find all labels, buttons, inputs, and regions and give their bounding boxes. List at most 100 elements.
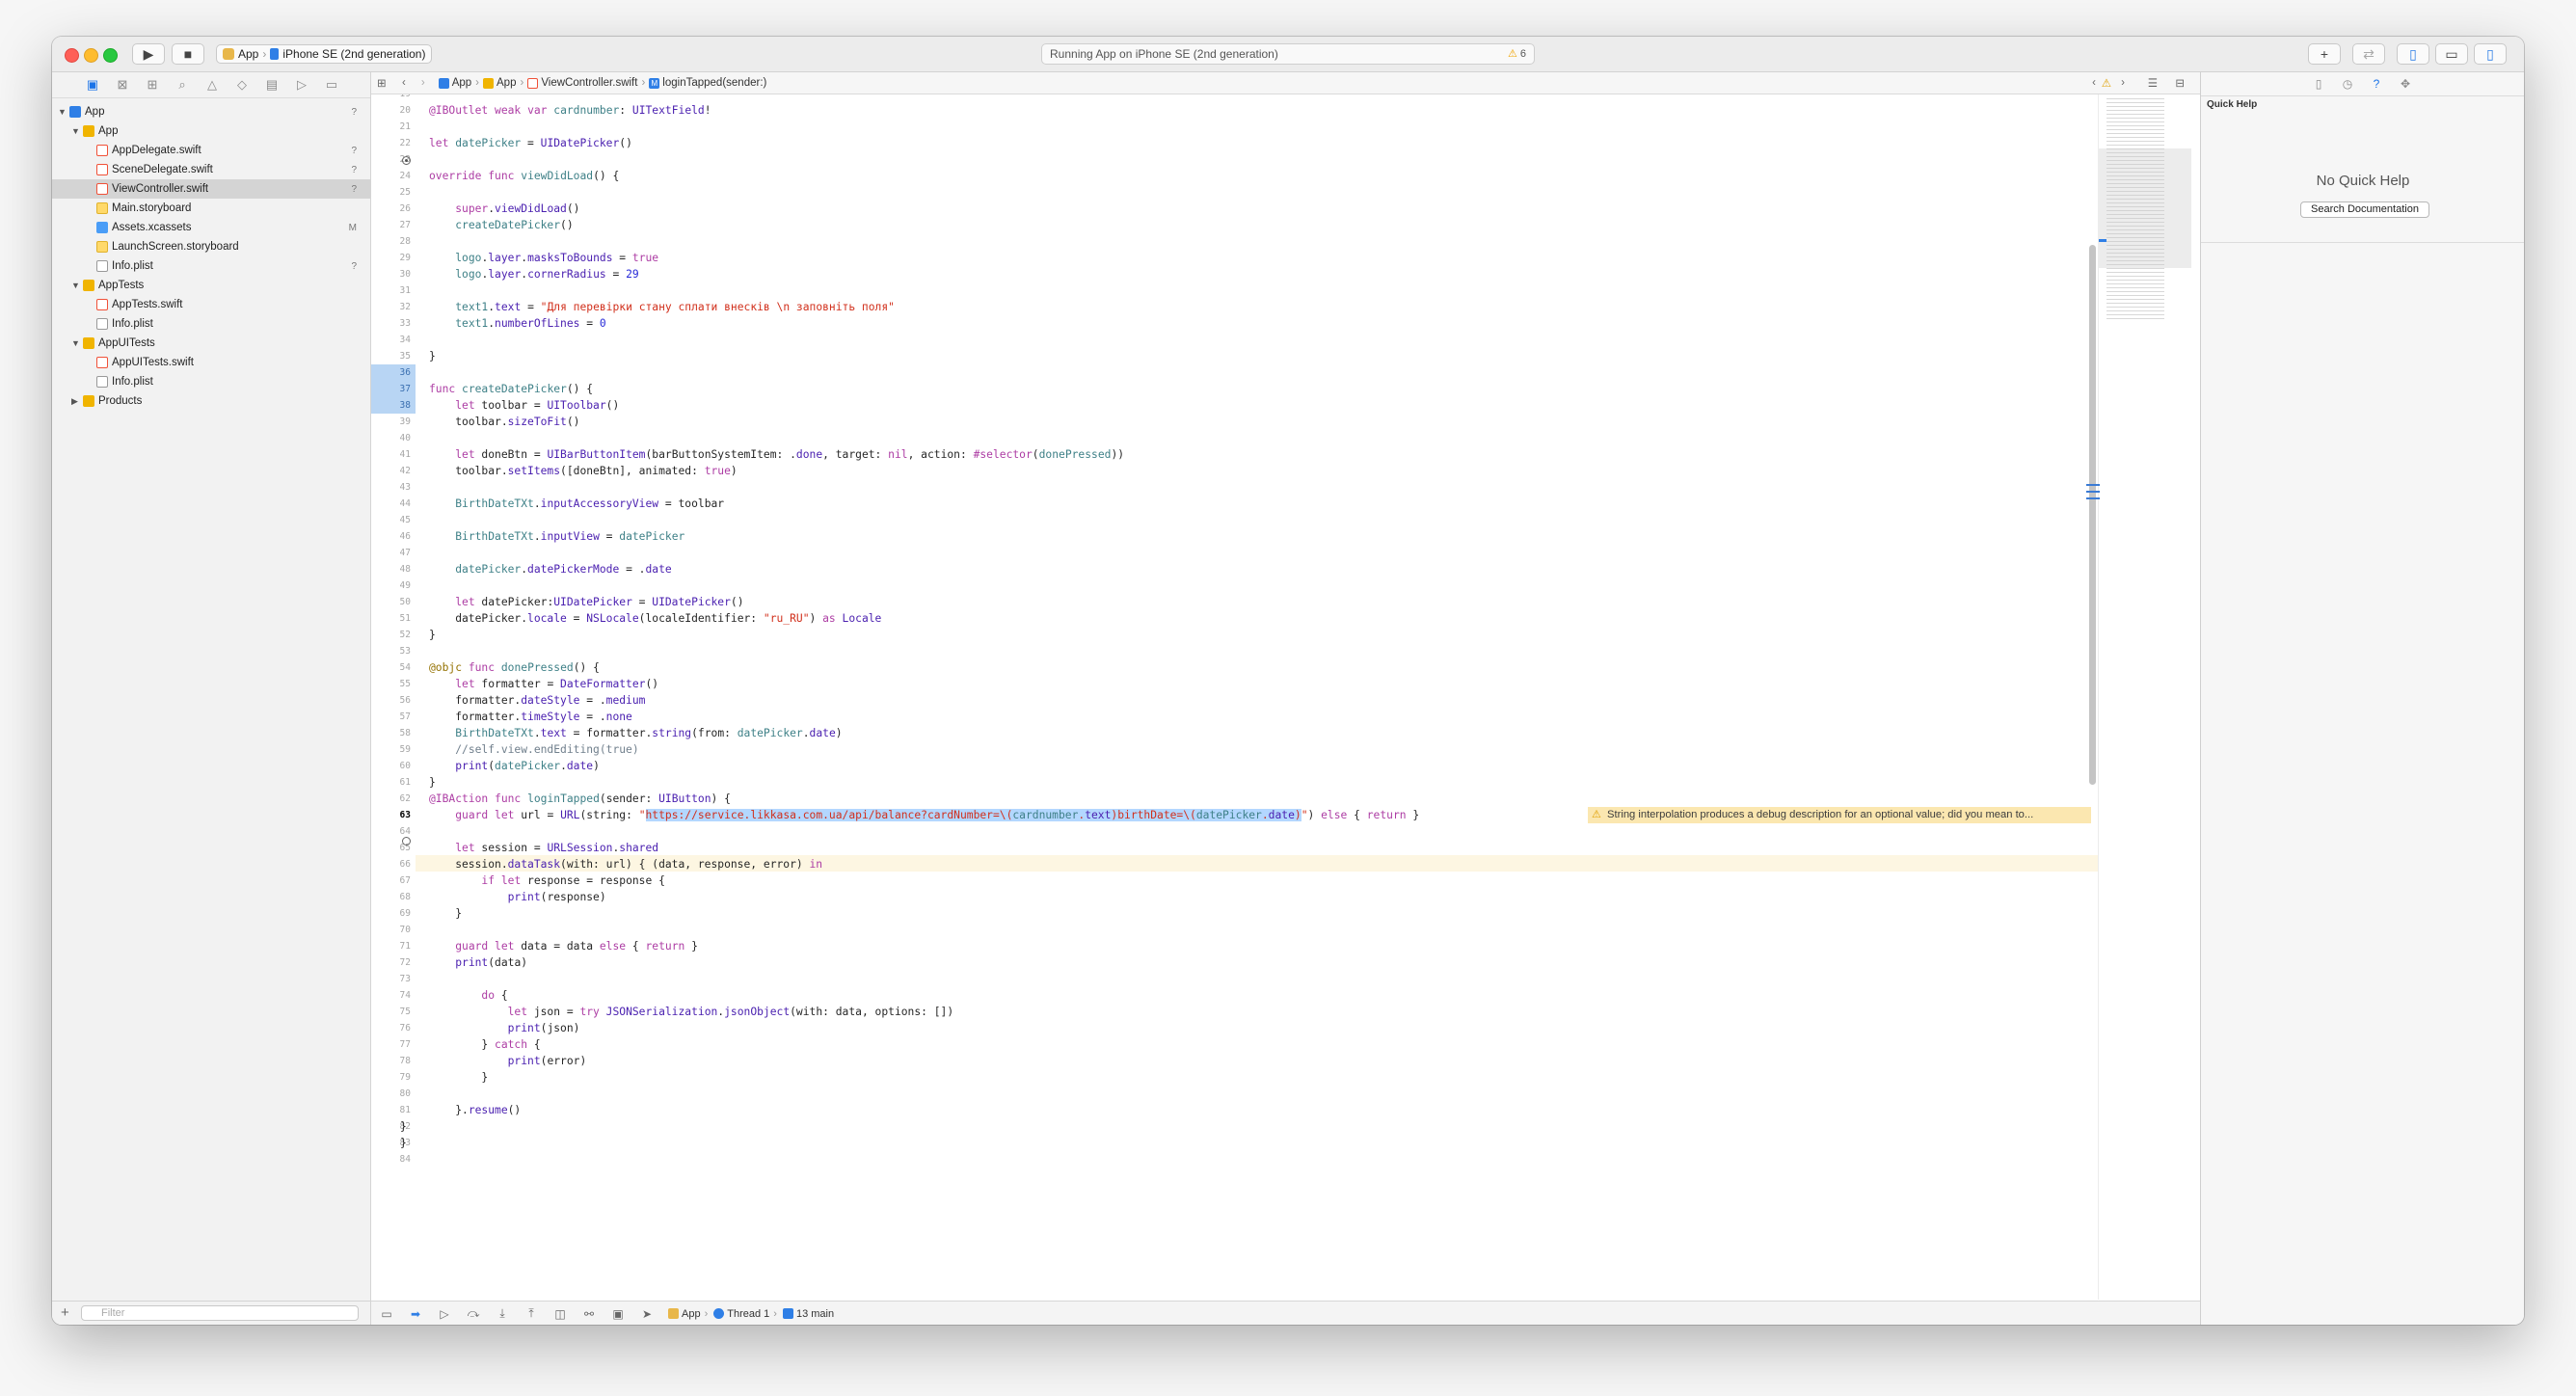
source-control-icon[interactable]: ⊠ (115, 77, 130, 93)
line-number[interactable]: 84 (371, 1151, 416, 1168)
line-number[interactable]: 32 (371, 299, 416, 315)
list-item[interactable]: AppTests.swift (52, 295, 370, 314)
line-number[interactable]: 76 (371, 1020, 416, 1036)
line-number[interactable]: 38 (371, 397, 416, 414)
line-number[interactable]: 39 (371, 414, 416, 430)
list-item[interactable]: AppUITests.swift (52, 353, 370, 372)
search-documentation-button[interactable]: Search Documentation (2300, 201, 2429, 218)
line-number[interactable]: 61 (371, 774, 416, 791)
close-window-button[interactable] (65, 48, 79, 63)
scheme-selector[interactable]: App › iPhone SE (2nd generation) (216, 44, 433, 64)
line-number[interactable]: 48 (371, 561, 416, 577)
hide-debug-area-icon[interactable]: ▭ (379, 1307, 394, 1321)
step-over-icon[interactable]: ⤼ (466, 1306, 481, 1321)
line-number[interactable]: 79 (371, 1069, 416, 1086)
line-number[interactable]: 75 (371, 1004, 416, 1020)
line-number[interactable]: 55 (371, 676, 416, 692)
line-number[interactable]: 54 (371, 659, 416, 676)
test-icon[interactable]: ◇ (234, 77, 250, 93)
stop-button[interactable]: ■ (172, 43, 204, 65)
line-number[interactable]: 82 (371, 1118, 416, 1135)
breakpoint-icon[interactable]: ▷ (294, 77, 309, 93)
previous-issue-icon[interactable]: ‹ (2092, 77, 2096, 89)
line-number[interactable]: 71 (371, 938, 416, 954)
list-item[interactable]: ▼ App (52, 121, 370, 141)
warning-indicator[interactable]: ⚠ 6 (1508, 47, 1526, 60)
line-number-gutter[interactable]: 1920212223242526272829303132333435363738… (371, 94, 416, 1300)
symbol-icon[interactable]: ⊞ (145, 77, 160, 93)
list-item[interactable]: ▼ AppTests (52, 276, 370, 295)
library-button[interactable]: + (2308, 43, 2341, 65)
run-button[interactable]: ▶ (132, 43, 165, 65)
list-item[interactable]: Main.storyboard (52, 199, 370, 218)
line-number[interactable]: 50 (371, 594, 416, 610)
line-number[interactable]: 67 (371, 872, 416, 889)
history-inspector-icon[interactable]: ◷ (2340, 77, 2355, 91)
minimize-window-button[interactable] (84, 48, 98, 63)
line-number[interactable]: 51 (371, 610, 416, 627)
debug-icon[interactable]: ▤ (264, 77, 280, 93)
editor-options-icon[interactable]: ☰ (2148, 76, 2158, 90)
line-number[interactable]: 24 (371, 168, 416, 184)
line-number[interactable]: 42 (371, 463, 416, 479)
disclosure-closed-icon[interactable]: ▶ (71, 396, 78, 407)
line-number[interactable]: 19 (371, 94, 416, 102)
minimap[interactable] (2098, 94, 2191, 1300)
breakpoints-toggle-icon[interactable]: ➡ (408, 1307, 423, 1321)
disclosure-open-icon[interactable]: ▼ (71, 281, 80, 290)
next-issue-icon[interactable]: › (2121, 77, 2125, 89)
list-item[interactable]: SceneDelegate.swift ? (52, 160, 370, 179)
line-number[interactable]: 56 (371, 692, 416, 709)
breadcrumb[interactable]: M loginTapped(sender:) (649, 77, 766, 89)
line-number[interactable]: 44 (371, 496, 416, 512)
related-items-icon[interactable]: ⊞ (377, 76, 392, 90)
forward-icon[interactable]: › (421, 77, 425, 89)
line-number[interactable]: 73 (371, 971, 416, 987)
quick-help-icon[interactable]: ? (2369, 77, 2384, 91)
line-number[interactable]: 52 (371, 627, 416, 643)
toggle-inspector-button[interactable]: ▯ (2474, 43, 2507, 65)
line-number[interactable]: 77 (371, 1036, 416, 1053)
line-number[interactable]: 29 (371, 250, 416, 266)
view-debugger-icon[interactable]: ◫ (552, 1307, 568, 1321)
line-number[interactable]: 43 (371, 479, 416, 496)
line-number[interactable]: 59 (371, 741, 416, 758)
list-item[interactable]: ▼ AppUITests (52, 334, 370, 353)
line-number[interactable]: 62 (371, 791, 416, 807)
list-item[interactable]: ▼ App ? (52, 102, 370, 121)
line-number[interactable]: 46 (371, 528, 416, 545)
environment-overrides-icon[interactable]: ▣ (610, 1307, 626, 1321)
line-number[interactable]: 41 (371, 446, 416, 463)
code-review-button[interactable]: ⇄ (2352, 43, 2385, 65)
line-number[interactable]: 66 (371, 856, 416, 872)
line-number[interactable]: 68 (371, 889, 416, 905)
line-number[interactable]: 69 (371, 905, 416, 922)
split-editor-icon[interactable]: ⊟ (2175, 76, 2185, 90)
debug-breadcrumb[interactable]: 13 main (782, 1308, 834, 1320)
line-number[interactable]: 28 (371, 233, 416, 250)
list-item[interactable]: AppDelegate.swift ? (52, 141, 370, 160)
list-item[interactable]: ▶ Products (52, 391, 370, 411)
list-item-selected[interactable]: ViewController.swift ? (52, 179, 370, 199)
list-item[interactable]: Info.plist (52, 314, 370, 334)
line-number[interactable]: 63 (371, 807, 416, 823)
memory-graph-icon[interactable]: ⚯ (581, 1307, 597, 1321)
report-icon[interactable]: ▭ (324, 77, 339, 93)
line-number[interactable]: 80 (371, 1086, 416, 1102)
issue-icon[interactable]: △ (204, 77, 220, 93)
line-number[interactable]: 30 (371, 266, 416, 282)
vertical-scrollbar[interactable] (2089, 245, 2096, 785)
line-number[interactable]: 47 (371, 545, 416, 561)
identity-inspector-icon[interactable]: ✥ (2398, 77, 2413, 91)
line-number[interactable]: 22 (371, 135, 416, 151)
step-out-icon[interactable]: ⤒ (523, 1306, 539, 1321)
list-item[interactable]: Assets.xcassets M (52, 218, 370, 237)
list-item[interactable]: Info.plist ? (52, 256, 370, 276)
step-into-icon[interactable]: ⤓ (495, 1306, 510, 1321)
source-editor[interactable]: 1920212223242526272829303132333435363738… (371, 94, 2191, 1300)
filter-input[interactable]: Filter (81, 1305, 359, 1321)
line-number[interactable]: 20 (371, 102, 416, 119)
debug-breadcrumb[interactable]: App › (668, 1308, 708, 1320)
line-number[interactable]: 78 (371, 1053, 416, 1069)
line-number[interactable]: 72 (371, 954, 416, 971)
